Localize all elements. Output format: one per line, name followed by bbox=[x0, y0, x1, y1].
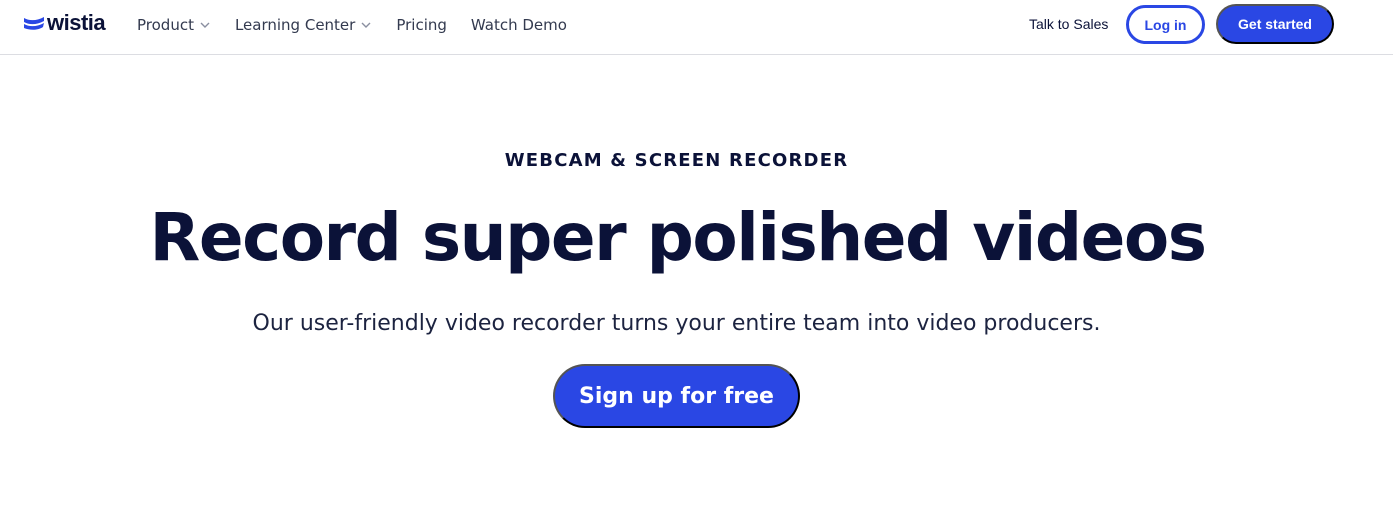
wistia-logo-icon bbox=[24, 17, 44, 30]
logo-wordmark: wistia bbox=[47, 10, 106, 35]
nav-item-label: Product bbox=[137, 16, 194, 34]
nav-item-product[interactable]: Product bbox=[137, 16, 211, 34]
page: wistia Product Learning Center Pricing W… bbox=[0, 0, 1397, 525]
nav-item-pricing[interactable]: Pricing bbox=[396, 16, 447, 34]
hero-subheading: Our user-friendly video recorder turns y… bbox=[252, 311, 1101, 336]
sign-up-button[interactable]: Sign up for free bbox=[553, 364, 800, 428]
scrollbar[interactable] bbox=[1393, 0, 1397, 525]
get-started-button[interactable]: Get started bbox=[1216, 4, 1334, 44]
talk-to-sales-link[interactable]: Talk to Sales bbox=[1029, 16, 1108, 32]
nav-item-label: Pricing bbox=[396, 16, 447, 34]
login-button[interactable]: Log in bbox=[1126, 5, 1205, 44]
chevron-down-icon bbox=[200, 22, 210, 28]
chevron-down-icon bbox=[361, 22, 371, 28]
nav-item-learning-center[interactable]: Learning Center bbox=[235, 16, 372, 34]
nav-item-label: Watch Demo bbox=[470, 16, 567, 34]
main-nav: Product Learning Center Pricing Watch De… bbox=[137, 14, 591, 36]
wistia-logo[interactable]: wistia bbox=[23, 9, 106, 37]
site-header: wistia Product Learning Center Pricing W… bbox=[0, 0, 1397, 55]
nav-item-watch-demo[interactable]: Watch Demo bbox=[471, 16, 567, 34]
hero-headline: Record super polished videos bbox=[149, 199, 1208, 276]
hero-eyebrow: WEBCAM & SCREEN RECORDER bbox=[504, 150, 849, 171]
nav-item-label: Learning Center bbox=[234, 16, 356, 34]
